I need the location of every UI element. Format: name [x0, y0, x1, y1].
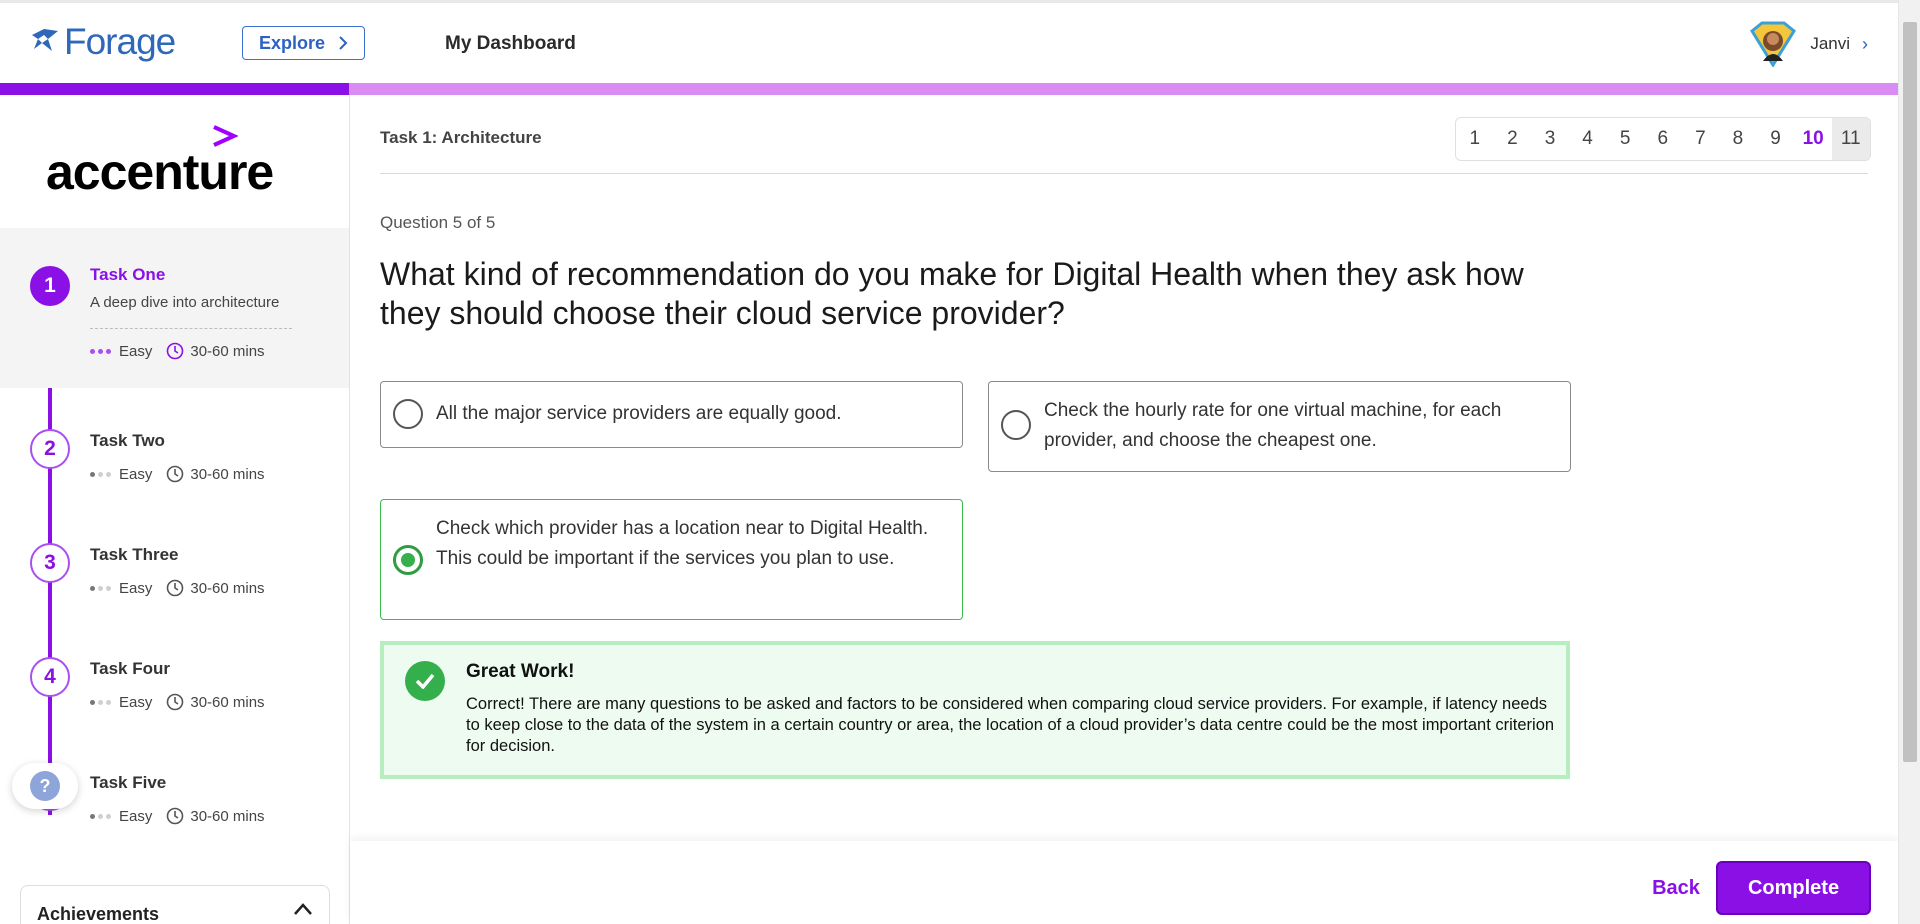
- difficulty-label: Easy: [119, 579, 153, 597]
- answer-option-2[interactable]: Check the hourly rate for one virtual ma…: [988, 381, 1571, 472]
- difficulty-dots-icon: [90, 585, 111, 591]
- chevron-up-icon: [294, 903, 312, 915]
- pager-page-1[interactable]: 1: [1456, 118, 1494, 160]
- pager-page-9[interactable]: 9: [1757, 118, 1795, 160]
- task-title: Task Two: [90, 431, 165, 450]
- clock-icon: [167, 342, 184, 360]
- pager-page-8[interactable]: 8: [1719, 118, 1757, 160]
- difficulty-label: Easy: [119, 342, 153, 360]
- my-dashboard-link[interactable]: My Dashboard: [445, 33, 576, 55]
- task-meta: Easy 30-60 mins: [90, 807, 265, 825]
- page-scrollbar[interactable]: [1898, 0, 1920, 924]
- difficulty-dots-icon: [90, 471, 111, 477]
- task-meta: Easy 30-60 mins: [90, 465, 265, 483]
- user-name: Janvi: [1810, 34, 1850, 53]
- answer-option-1[interactable]: All the major service providers are equa…: [380, 381, 963, 448]
- forage-logo-icon: [32, 29, 58, 51]
- chevron-right-icon: ›: [1862, 33, 1868, 54]
- answer-option-3[interactable]: Check which provider has a location near…: [380, 499, 963, 620]
- question-text: What kind of recommendation do you make …: [380, 256, 1524, 331]
- user-menu[interactable]: Janvi ›: [1748, 21, 1868, 67]
- pager-page-5[interactable]: 5: [1606, 118, 1644, 160]
- sidebar-task-3[interactable]: 3 Task Three Easy 30-60 mins: [0, 525, 349, 625]
- pager-page-6[interactable]: 6: [1644, 118, 1682, 160]
- help-icon: ?: [30, 771, 60, 801]
- duration-label: 30-60 mins: [190, 693, 265, 711]
- task-number-badge: 4: [30, 657, 70, 697]
- pager-page-3[interactable]: 3: [1531, 118, 1569, 160]
- option-text: Check which provider has a location near…: [436, 518, 929, 569]
- duration-label: 30-60 mins: [190, 342, 265, 360]
- sidebar-task-4[interactable]: 4 Task Four Easy 30-60 mins: [0, 639, 349, 739]
- task-number-badge: 2: [30, 429, 70, 469]
- back-button[interactable]: Back: [1636, 861, 1716, 915]
- radio-button-selected[interactable]: [393, 545, 423, 575]
- duration-label: 30-60 mins: [190, 465, 265, 483]
- sidebar-task-1[interactable]: 1 Task One A deep dive into architecture…: [0, 228, 349, 388]
- avatar: [1750, 21, 1797, 67]
- course-progress-fill: [0, 83, 350, 95]
- question-panel: Task 1: Architecture 1 2 3 4 5 6 7 8 9 10 11 Quest…: [350, 95, 1898, 924]
- feedback-title: Great Work!: [466, 661, 575, 682]
- duration-label: 30-60 mins: [190, 807, 265, 825]
- complete-button[interactable]: Complete: [1716, 861, 1871, 915]
- task-meta: Easy 30-60 mins: [90, 579, 265, 597]
- pager-page-4[interactable]: 4: [1569, 118, 1607, 160]
- radio-button[interactable]: [393, 399, 423, 429]
- help-button[interactable]: ?: [12, 763, 78, 809]
- pager-page-10[interactable]: 10: [1794, 118, 1832, 160]
- task-number-badge: 3: [30, 543, 70, 583]
- task-divider: [90, 328, 292, 329]
- explore-button[interactable]: Explore: [242, 26, 365, 60]
- pager-page-11[interactable]: 11: [1831, 118, 1870, 160]
- difficulty-dots-icon: [90, 699, 111, 705]
- clock-icon: [167, 465, 184, 483]
- task-title: Task Five: [90, 773, 167, 792]
- task-description: A deep dive into architecture: [90, 294, 280, 311]
- duration-label: 30-60 mins: [190, 579, 265, 597]
- chevron-right-icon: [339, 36, 348, 50]
- option-text: Check the hourly rate for one virtual ma…: [1044, 400, 1502, 451]
- achievements-panel[interactable]: Achievements: [20, 885, 330, 924]
- company-name: accenture: [46, 144, 274, 200]
- clock-icon: [167, 807, 184, 825]
- header-divider: [380, 173, 1868, 174]
- difficulty-label: Easy: [119, 693, 153, 711]
- forage-logo[interactable]: Forage: [30, 21, 176, 63]
- task-number-badge: 1: [30, 266, 70, 306]
- brand-name: Forage: [64, 21, 176, 62]
- difficulty-label: Easy: [119, 807, 153, 825]
- question-pager: 1 2 3 4 5 6 7 8 9 10 11: [1455, 117, 1871, 161]
- clock-icon: [167, 579, 184, 597]
- radio-button[interactable]: [1001, 410, 1031, 440]
- task-title: Task Four: [90, 659, 170, 678]
- feedback-box: Great Work! Correct! There are many ques…: [380, 641, 1570, 779]
- task-heading: Task 1: Architecture: [380, 128, 542, 147]
- task-meta: Easy 30-60 mins: [90, 693, 265, 711]
- scrollbar-thumb[interactable]: [1903, 22, 1917, 762]
- clock-icon: [167, 693, 184, 711]
- achievements-label: Achievements: [37, 904, 160, 924]
- difficulty-dots-icon: [90, 813, 111, 819]
- feedback-body: Correct! There are many questions to be …: [466, 695, 1555, 755]
- task-title: Task Three: [90, 545, 179, 564]
- option-text: All the major service providers are equa…: [436, 403, 842, 424]
- pager-page-2[interactable]: 2: [1494, 118, 1532, 160]
- difficulty-dots-icon: [90, 348, 111, 354]
- question-counter: Question 5 of 5: [380, 213, 496, 232]
- checkmark-icon: [405, 661, 445, 701]
- difficulty-label: Easy: [119, 465, 153, 483]
- pager-page-7[interactable]: 7: [1682, 118, 1720, 160]
- explore-label: Explore: [258, 32, 326, 53]
- course-progress-bar: [0, 83, 1898, 95]
- task-title: Task One: [90, 265, 166, 284]
- footer-bar: Back Complete: [350, 841, 1898, 924]
- task-meta: Easy 30-60 mins: [90, 342, 265, 360]
- top-navbar: Forage Explore My Dashboard Janvi ›: [0, 0, 1898, 83]
- sidebar-task-2[interactable]: 2 Task Two Easy 30-60 mins: [0, 411, 349, 511]
